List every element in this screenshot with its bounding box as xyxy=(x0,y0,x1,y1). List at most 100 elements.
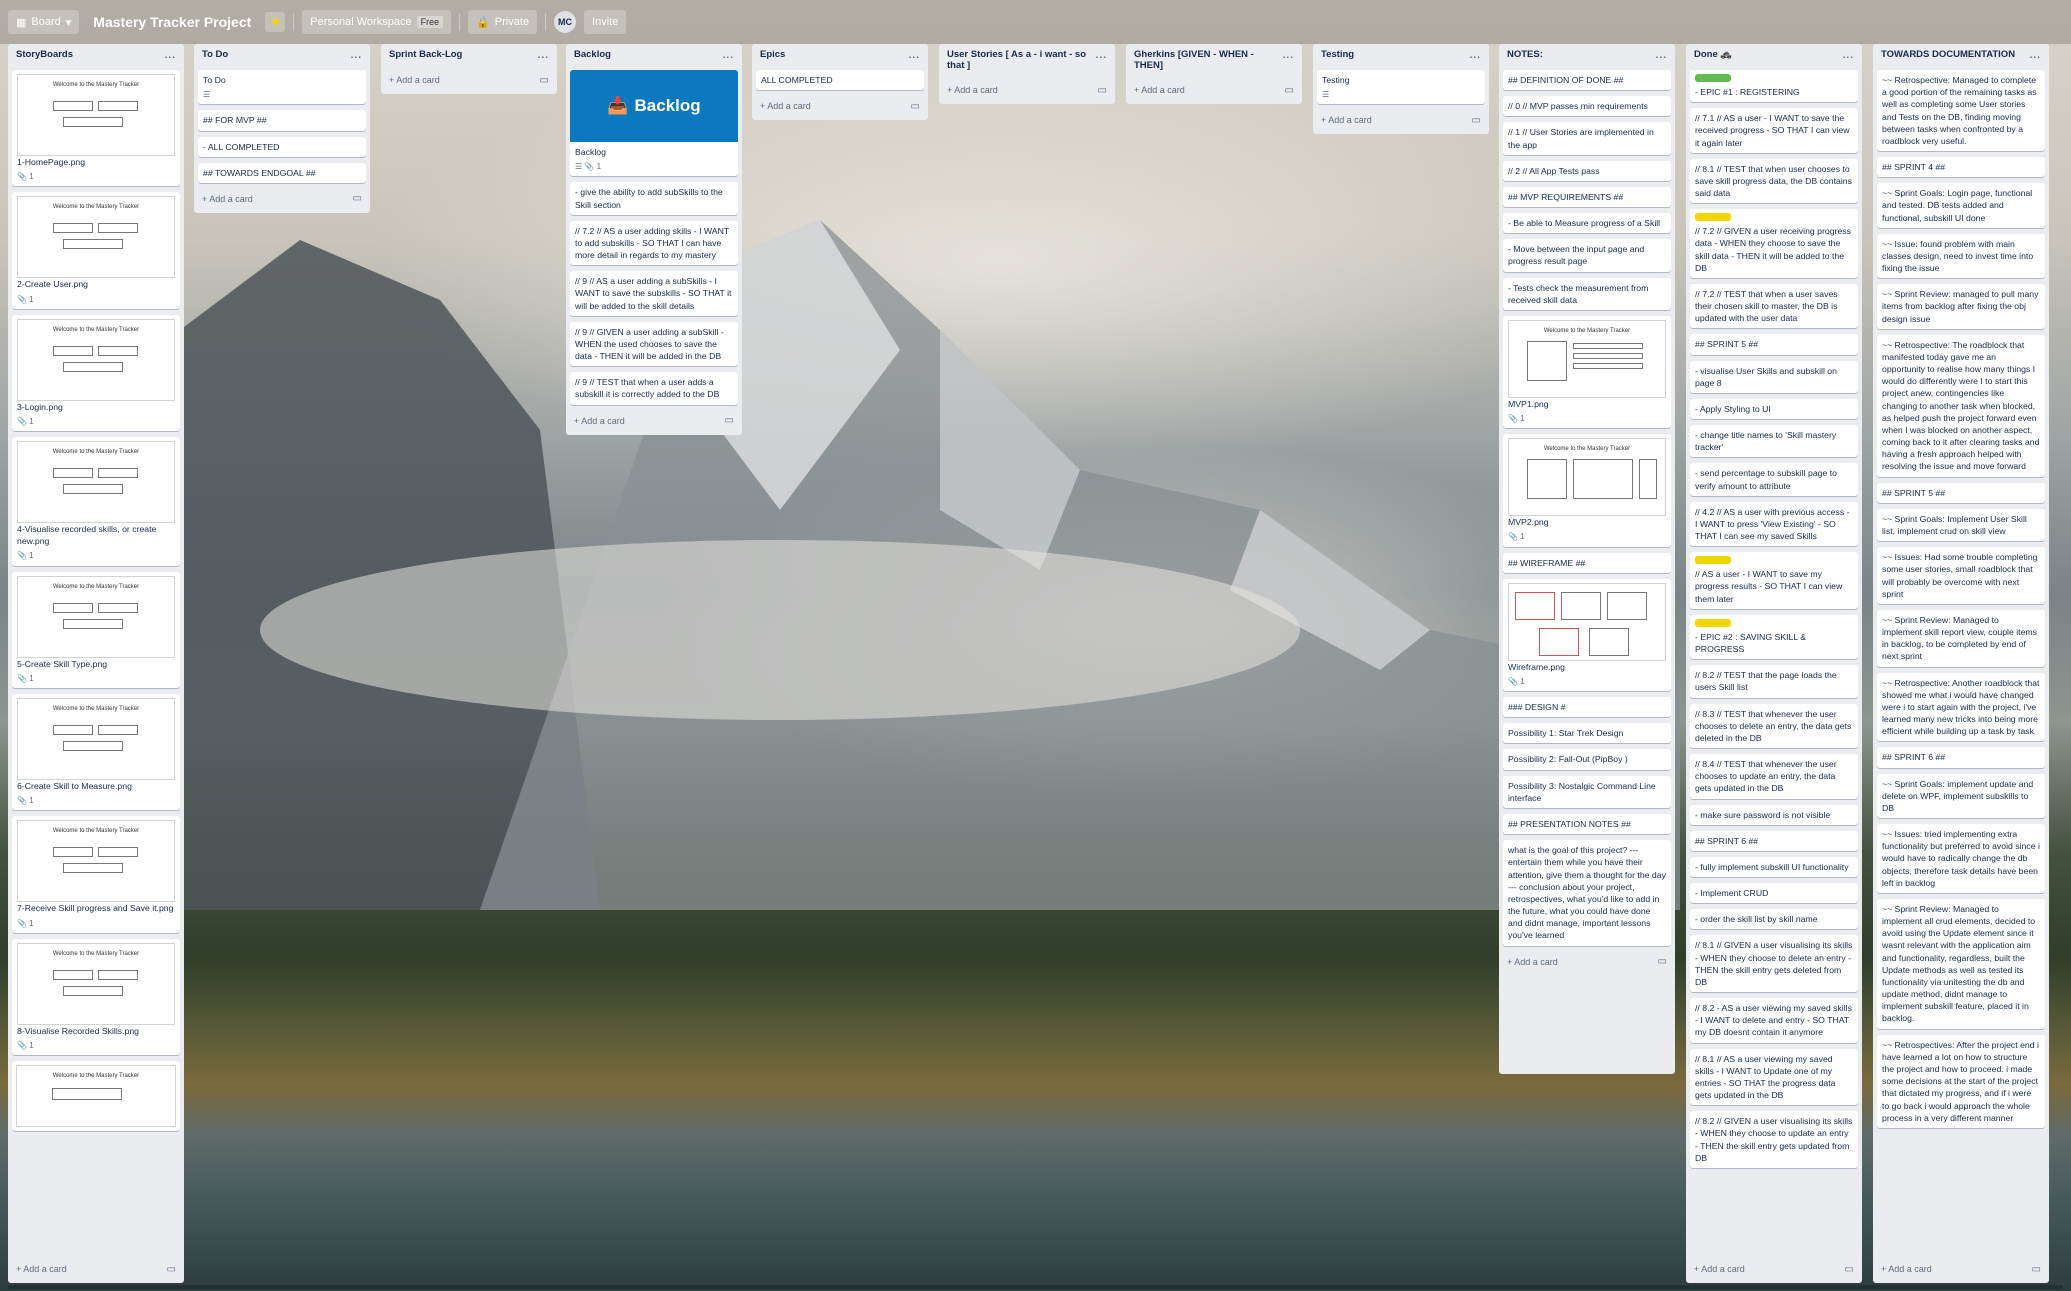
list-item[interactable]: // 8.2 // GIVEN a user visualising its s… xyxy=(1690,1111,1858,1168)
add-card-button[interactable]: + Add a card ▭ xyxy=(756,96,924,116)
list-title[interactable]: Backlog xyxy=(574,49,611,61)
list-item[interactable]: Welcome to the Mastery Tracker xyxy=(12,1061,180,1132)
list-item[interactable]: ## SPRINT 5 ## xyxy=(1690,334,1858,355)
card-template-icon[interactable]: ▭ xyxy=(1845,1264,1854,1275)
list-item[interactable]: Welcome to the Mastery Tracker MVP2.png … xyxy=(1503,434,1671,547)
list-item[interactable]: // AS a user - I WANT to save my progres… xyxy=(1690,552,1858,609)
list-item[interactable]: Possibility 2: Fall-Out (PipBoy ) xyxy=(1503,749,1671,770)
list-item[interactable]: ~~ Retrospective: The roadblock that man… xyxy=(1877,334,2045,477)
card-template-icon[interactable]: ▭ xyxy=(167,1264,176,1275)
list-item[interactable]: To Do ☰ xyxy=(198,70,366,105)
list-item[interactable]: // 8.4 // TEST that whenever the user ch… xyxy=(1690,754,1858,799)
list-item[interactable]: ## SPRINT 4 ## xyxy=(1877,157,2045,178)
list-item[interactable]: - Tests check the measurement from recei… xyxy=(1503,277,1671,310)
list-title[interactable]: To Do xyxy=(202,49,228,61)
list-item[interactable]: Welcome to the Mastery Tracker 3-Login.pn… xyxy=(12,314,180,432)
list-item[interactable]: ~~ Sprint Review: Managed to implement a… xyxy=(1877,898,2045,1029)
avatar[interactable]: MC xyxy=(554,11,577,33)
list-item[interactable]: Welcome to the Mastery Tracker 7-Receive … xyxy=(12,816,180,933)
list-title[interactable]: Done 🚓 xyxy=(1694,49,1732,61)
card-template-icon[interactable]: ▭ xyxy=(1098,85,1107,96)
list-menu-icon[interactable]: ... xyxy=(1843,50,1854,62)
add-card-button[interactable]: + Add a card ▭ xyxy=(12,1259,180,1279)
list-item[interactable]: // 7.2 // AS a user adding skills - I WA… xyxy=(570,220,738,266)
card-template-icon[interactable]: ▭ xyxy=(1472,115,1481,126)
list-item[interactable]: - Apply Styling to UI xyxy=(1690,398,1858,420)
list-title[interactable]: Sprint Back-Log xyxy=(389,49,462,61)
list-item[interactable]: // 9 // GIVEN a user adding a subSkill -… xyxy=(570,321,738,367)
list-menu-icon[interactable]: ... xyxy=(351,50,362,62)
board-scrollbar[interactable] xyxy=(8,1285,2063,1289)
list-item[interactable]: ~~ Issues: Had some trouble completing s… xyxy=(1877,547,2045,604)
list-item[interactable]: Welcome to the Mastery Tracker MVP1.png … xyxy=(1503,315,1671,429)
list-menu-icon[interactable]: ... xyxy=(538,50,549,62)
add-card-button[interactable]: + Add a card ▭ xyxy=(943,80,1111,100)
list-item[interactable]: Welcome to the Mastery Tracker 4-Visualis… xyxy=(12,437,180,566)
list-item[interactable]: - EPIC #1 : REGISTERING xyxy=(1690,70,1858,103)
list-item[interactable]: Testing ☰ xyxy=(1317,70,1485,105)
list-menu-icon[interactable]: ... xyxy=(1470,50,1481,62)
list-item[interactable]: - Be able to Measure progress of a Skill xyxy=(1503,213,1671,234)
list-item[interactable]: ~~ Retrospectives: After the project end… xyxy=(1877,1034,2045,1128)
list-item[interactable]: ~~ Retrospective: Managed to complete a … xyxy=(1877,70,2045,152)
list-item[interactable]: - make sure password is not visible xyxy=(1690,804,1858,825)
list-item[interactable]: what is the goal of this project? --- en… xyxy=(1503,840,1671,946)
add-card-button[interactable]: + Add a card ▭ xyxy=(1503,952,1671,972)
card-template-icon[interactable]: ▭ xyxy=(725,415,734,426)
add-card-button[interactable]: + Add a card ▭ xyxy=(1690,1259,1858,1279)
list-item[interactable]: - give the ability to add subSkills to t… xyxy=(570,182,738,215)
list-item[interactable]: ~~ Sprint Review: Managed to implement s… xyxy=(1877,609,2045,667)
list-item[interactable]: Welcome to the Mastery Tracker 1-HomePage… xyxy=(12,70,180,187)
list-menu-icon[interactable]: ... xyxy=(1656,50,1667,62)
list-item[interactable]: ## DEFINITION OF DONE ## xyxy=(1503,70,1671,91)
list-title[interactable]: Testing xyxy=(1321,49,1354,61)
list-item[interactable]: // 8.2 - AS a user viewing my saved skil… xyxy=(1690,998,1858,1043)
card-template-icon[interactable]: ▭ xyxy=(540,75,549,86)
list-item[interactable]: ~~ Retrospective: Another roadblock that… xyxy=(1877,672,2045,742)
list-title[interactable]: User Stories [ As a - i want - so that ] xyxy=(947,49,1096,72)
list-item[interactable]: - fully implement subskill UI functional… xyxy=(1690,856,1858,878)
list-item[interactable]: // 8.1 // GIVEN a user visualising its s… xyxy=(1690,935,1858,993)
list-item[interactable]: ~~ Sprint Goals: Login page, functional … xyxy=(1877,183,2045,228)
list-item[interactable]: - order the skill list by skill name xyxy=(1690,909,1858,930)
card-template-icon[interactable]: ▭ xyxy=(911,101,920,112)
list-item[interactable]: ## SPRINT 6 ## xyxy=(1877,747,2045,768)
list-item[interactable]: ## SPRINT 5 ## xyxy=(1877,482,2045,503)
list-item[interactable]: Welcome to the Mastery Tracker 2-Create U… xyxy=(12,192,180,309)
list-item[interactable]: ~~ Sprint Review: managed to pull many i… xyxy=(1877,284,2045,329)
list-title[interactable]: NOTES: xyxy=(1507,49,1543,61)
list-item[interactable]: // 8.1 // AS a user viewing my saved ski… xyxy=(1690,1048,1858,1106)
card-template-icon[interactable]: ▭ xyxy=(353,193,362,204)
list-item[interactable]: ## SPRINT 6 ## xyxy=(1690,830,1858,851)
list-item[interactable]: Wireframe.png 📎 1 xyxy=(1503,578,1671,692)
card-template-icon[interactable]: ▭ xyxy=(2032,1264,2041,1275)
add-card-button[interactable]: + Add a card ▭ xyxy=(1877,1259,2045,1279)
star-icon[interactable]: ★ xyxy=(265,12,286,32)
card-template-icon[interactable]: ▭ xyxy=(1285,85,1294,96)
list-item[interactable]: ~~ Issues: tried implementing extra func… xyxy=(1877,824,2045,893)
list-menu-icon[interactable]: ... xyxy=(2030,50,2041,62)
list-item[interactable]: - send percentage to subskill page to ve… xyxy=(1690,463,1858,496)
list-item[interactable]: Welcome to the Mastery Tracker 5-Create S… xyxy=(12,571,180,688)
visibility-button[interactable]: 🔒 Private xyxy=(468,10,538,34)
list-title[interactable]: Epics xyxy=(760,49,785,61)
list-menu-icon[interactable]: ... xyxy=(1096,50,1107,62)
list-title[interactable]: Gherkins [GIVEN - WHEN - THEN] xyxy=(1134,49,1283,72)
list-item[interactable]: // 7.2 // TEST that when a user saves th… xyxy=(1690,283,1858,329)
list-title[interactable]: StoryBoards xyxy=(16,49,73,61)
list-item[interactable]: ~~ Issue: found problem with main classe… xyxy=(1877,233,2045,279)
list-item[interactable]: - Move between the input page and progre… xyxy=(1503,239,1671,272)
list-item[interactable]: // 7.2 // GIVEN a user receiving progres… xyxy=(1690,209,1858,278)
list-item[interactable]: // 2 // All App Tests pass xyxy=(1503,160,1671,181)
add-card-button[interactable]: + Add a card ▭ xyxy=(385,70,553,90)
list-item[interactable]: 📥 Backlog Backlog ☰ 📎 1 xyxy=(570,70,738,177)
list-item[interactable]: - Implement CRUD xyxy=(1690,883,1858,904)
board-view-menu[interactable]: ▦ Board ▾ xyxy=(8,10,80,34)
list-item[interactable]: - EPIC #2 : SAVING SKILL & PROGRESS xyxy=(1690,614,1858,660)
list-item[interactable]: ## MVP REQUIREMENTS ## xyxy=(1503,186,1671,208)
list-item[interactable]: - change title names to 'Skill mastery t… xyxy=(1690,425,1858,458)
list-item[interactable]: - ALL COMPLETED xyxy=(198,136,366,157)
add-card-button[interactable]: + Add a card ▭ xyxy=(198,189,366,209)
list-item[interactable]: // 8.3 // TEST that whenever the user ch… xyxy=(1690,703,1858,749)
list-item[interactable]: ## PRESENTATION NOTES ## xyxy=(1503,814,1671,835)
